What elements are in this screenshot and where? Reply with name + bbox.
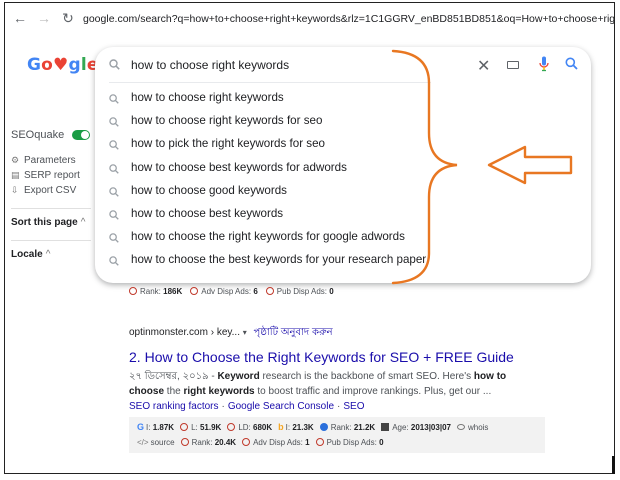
stat-label: Rank: bbox=[191, 438, 213, 447]
adv-disp-stat[interactable]: Adv Disp Ads: 1 bbox=[242, 438, 310, 447]
stat-label: Rank: bbox=[330, 422, 352, 432]
snippet-bold: Keyword bbox=[217, 371, 260, 382]
result-url-text: optinmonster.com › key... bbox=[129, 327, 240, 338]
stat-value: 20.4K bbox=[214, 438, 237, 447]
sitelink-sep: · bbox=[337, 401, 341, 412]
google-icon: G bbox=[137, 422, 145, 432]
stat-label: Adv Disp Ads: bbox=[253, 438, 303, 447]
result-url[interactable]: optinmonster.com › key... ▾ পৃষ্ঠাটি অনু… bbox=[129, 325, 539, 342]
sitelink[interactable]: SEO bbox=[343, 401, 364, 412]
result-title[interactable]: 2. How to Choose the Right Keywords for … bbox=[129, 349, 539, 365]
stat-label: Age: bbox=[392, 422, 409, 432]
circle-icon bbox=[242, 438, 251, 446]
eye-icon bbox=[456, 423, 465, 430]
stat-value: 21.2K bbox=[353, 422, 376, 432]
stat-label: I: bbox=[146, 423, 151, 432]
stat-label: Adv Disp Ads: bbox=[201, 287, 252, 296]
source-link[interactable]: </> source bbox=[137, 438, 175, 447]
stat-value: 0 bbox=[329, 287, 334, 296]
rank-stat[interactable]: Rank: 186K bbox=[129, 287, 182, 296]
dropdown-arrow-icon[interactable]: ▾ bbox=[243, 328, 247, 337]
stat-label: Rank: bbox=[140, 287, 161, 296]
seoquake-stats-row: Rank: 186K Adv Disp Ads: 6 Pub Disp Ads:… bbox=[129, 287, 334, 296]
text-cursor-mark bbox=[612, 456, 615, 474]
stat-value: 1 bbox=[305, 438, 310, 447]
seoquake-stats-row: G I: 1.87K L: 51.9K LD: 680K b I: 21.3K Ra… bbox=[137, 422, 488, 432]
google-index-stat[interactable]: G I: 1.87K bbox=[137, 422, 174, 432]
snippet-text: research is the backbone of smart SEO. H… bbox=[259, 371, 474, 382]
stat-label: source bbox=[150, 438, 175, 447]
semrush-icon bbox=[319, 422, 328, 431]
sitelink-sep: · bbox=[221, 401, 225, 412]
circle-icon bbox=[265, 287, 274, 295]
stat-value: 2013|03|07 bbox=[410, 422, 451, 432]
circle-icon bbox=[180, 422, 189, 431]
snippet-text: to boost traffic and improve rankings. P… bbox=[254, 386, 492, 397]
stat-label: LD: bbox=[238, 422, 251, 432]
bing-icon: b bbox=[278, 422, 284, 432]
semrush-rank-stat[interactable]: Rank: 21.2K bbox=[319, 422, 376, 432]
circle-icon bbox=[129, 287, 137, 295]
sitelink[interactable]: Google Search Console bbox=[228, 401, 334, 412]
stat-label: L: bbox=[191, 422, 198, 432]
circle-icon bbox=[180, 438, 189, 446]
seoquake-stats-row: </> source Rank: 20.4K Adv Disp Ads: 1 Pu… bbox=[137, 438, 384, 447]
pub-disp-stat[interactable]: Pub Disp Ads: 0 bbox=[265, 287, 334, 296]
whois-link[interactable]: whois bbox=[456, 422, 489, 432]
pub-disp-stat[interactable]: Pub Disp Ads: 0 bbox=[315, 438, 384, 447]
snippet-text: the bbox=[164, 386, 184, 397]
rank-stat[interactable]: Rank: 20.4K bbox=[180, 438, 237, 447]
circle-icon bbox=[190, 287, 199, 295]
result-date: ২৭ ডিসেম্বর, ২০১৯ bbox=[129, 371, 209, 382]
sitelinks: SEO ranking factors · Google Search Consol… bbox=[129, 401, 539, 412]
annotation-arrow bbox=[487, 145, 573, 185]
translate-link[interactable]: পৃষ্ঠাটি অনুবাদ করুন bbox=[254, 327, 333, 338]
result-number: 2. bbox=[129, 349, 141, 365]
seoquake-result-bar: G I: 1.87K L: 51.9K LD: 680K b I: 21.3K Ra… bbox=[129, 417, 545, 453]
stat-value: 680K bbox=[253, 422, 273, 432]
stat-value: 186K bbox=[163, 287, 183, 296]
stat-label: whois bbox=[467, 422, 489, 432]
stat-label: I: bbox=[285, 423, 291, 432]
stat-value: 1.87K bbox=[152, 423, 175, 432]
stat-value: 6 bbox=[253, 287, 258, 296]
adv-disp-stat[interactable]: Adv Disp Ads: 6 bbox=[190, 287, 258, 296]
result-title-text: How to Choose the Right Keywords for SEO… bbox=[144, 349, 514, 365]
stat-label: Pub Disp Ads: bbox=[326, 438, 377, 447]
calendar-icon bbox=[381, 422, 390, 431]
bing-index-stat[interactable]: b I: 21.3K bbox=[278, 422, 314, 432]
circle-icon bbox=[227, 422, 236, 431]
stat-value: 0 bbox=[379, 438, 384, 447]
age-stat[interactable]: Age: 2013|03|07 bbox=[381, 422, 451, 432]
annotation-brace bbox=[391, 49, 458, 285]
sitelink[interactable]: SEO ranking factors bbox=[129, 401, 218, 412]
code-icon: </> bbox=[137, 438, 149, 447]
circle-icon bbox=[315, 438, 324, 446]
snippet-bold: right keywords bbox=[183, 386, 255, 397]
search-result: optinmonster.com › key... ▾ পৃষ্ঠাটি অনু… bbox=[129, 325, 539, 412]
screenshot-frame: ← → ↻ google.com/search?q=how+to+choose+… bbox=[4, 2, 615, 474]
stat-value: 21.3K bbox=[292, 423, 314, 432]
link-domain-stat[interactable]: LD: 680K bbox=[227, 422, 273, 432]
stat-label: Pub Disp Ads: bbox=[276, 287, 328, 296]
result-snippet: ২৭ ডিসেম্বর, ২০১৯ - Keyword research is … bbox=[129, 369, 539, 399]
stat-value: 51.9K bbox=[199, 422, 222, 432]
links-stat[interactable]: L: 51.9K bbox=[180, 422, 222, 432]
